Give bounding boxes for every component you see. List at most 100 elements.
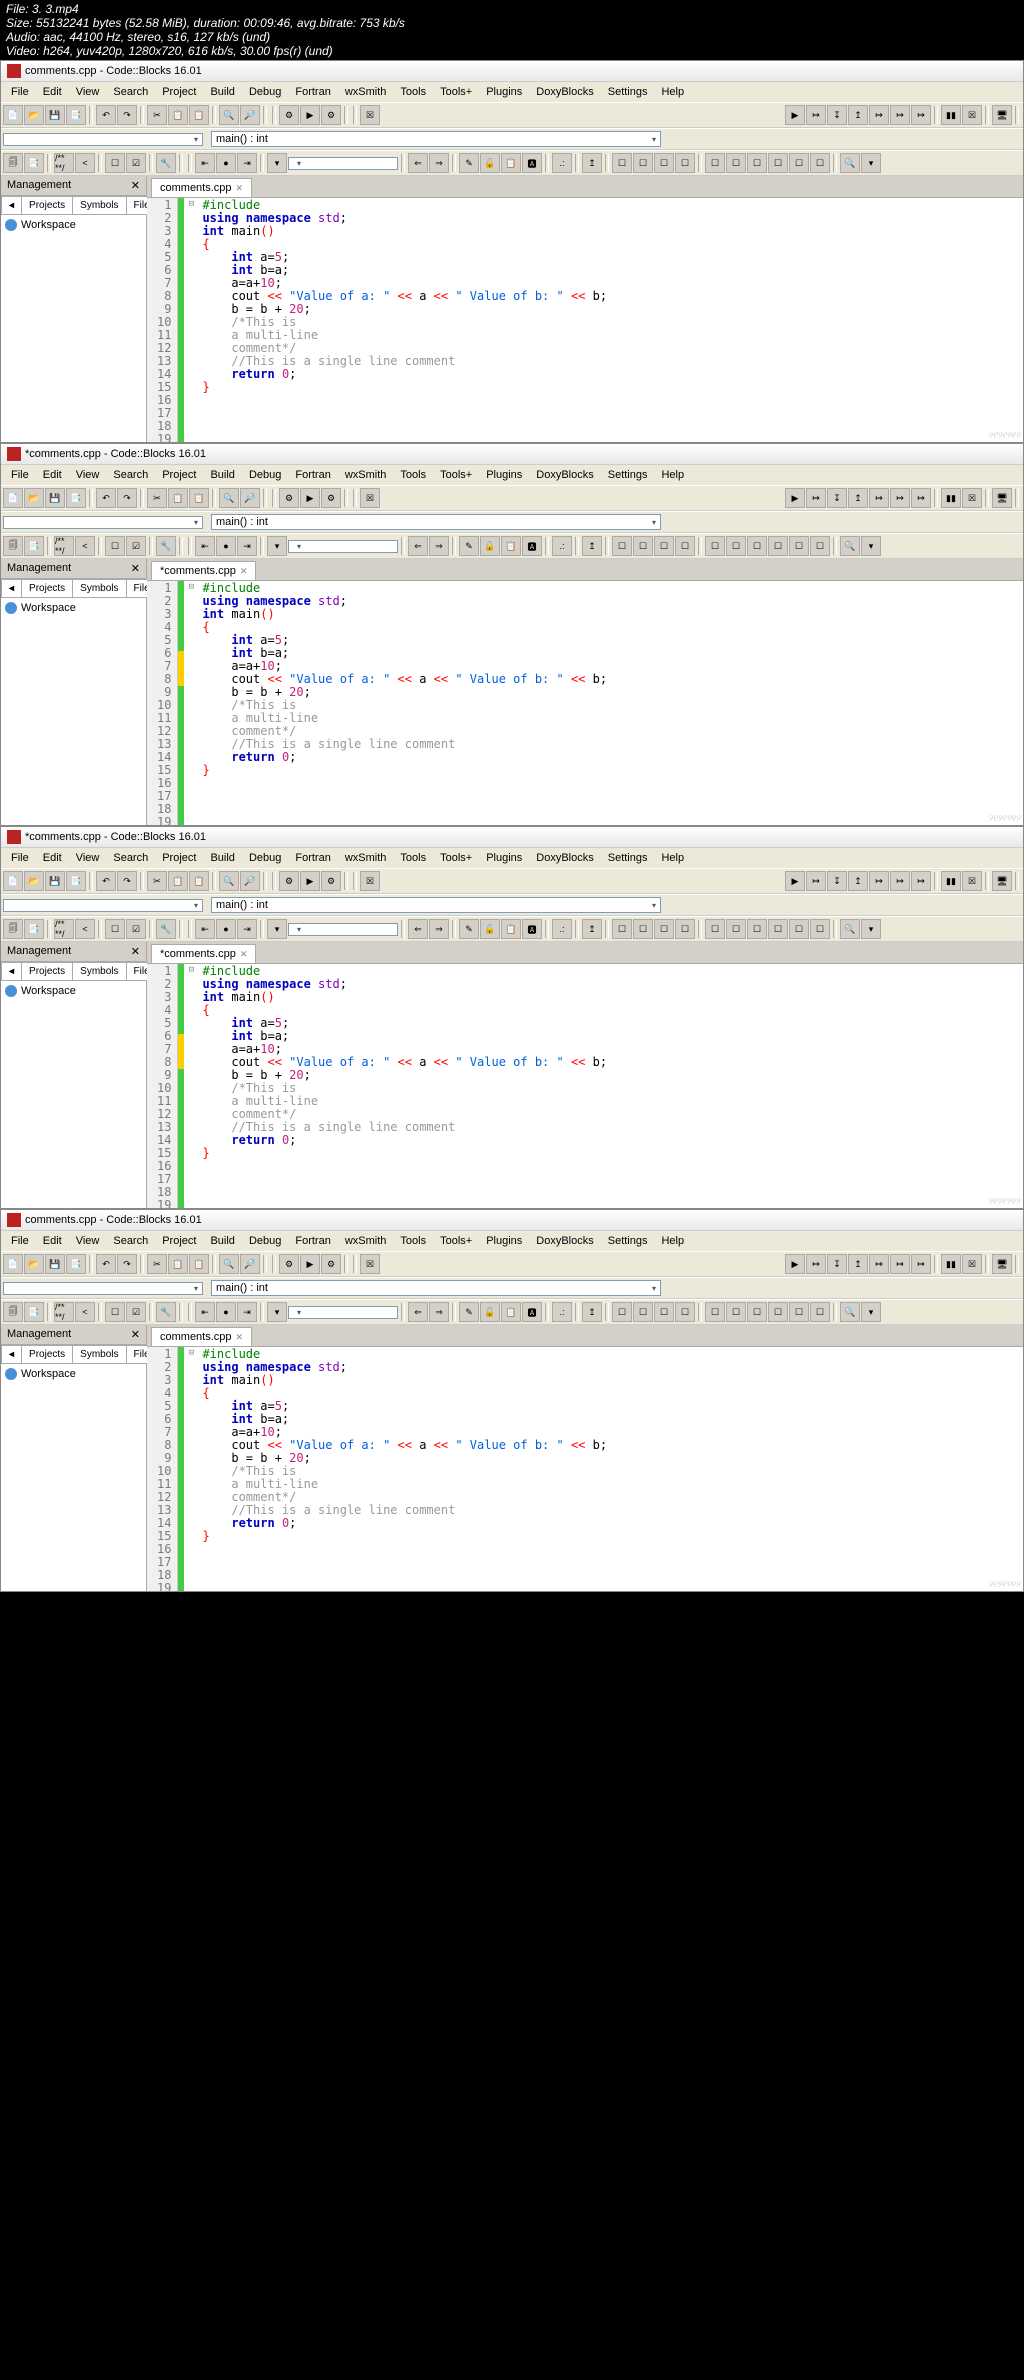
toolbar-button[interactable]: 📋 [501,536,521,556]
tab-projects[interactable]: Projects [21,962,73,980]
toolbar-button[interactable]: 📑 [24,1302,44,1322]
toolbar-button[interactable]: ⚙ [279,871,299,891]
toolbar-button[interactable]: ☐ [654,536,674,556]
toolbar-button[interactable]: ☐ [705,153,725,173]
target-selector[interactable] [288,540,398,553]
toolbar-button[interactable]: ☒ [360,1254,380,1274]
toolbar-button[interactable]: 📑 [66,105,86,125]
menu-doxyblocks[interactable]: DoxyBlocks [530,84,599,100]
toolbar-button[interactable]: .: [552,153,572,173]
menu-plugins[interactable]: Plugins [480,1233,528,1249]
toolbar-button[interactable]: ▮▮ [941,1254,961,1274]
toolbar-button[interactable]: 🗐 [3,536,23,556]
toolbar-button[interactable]: ↶ [96,105,116,125]
toolbar-button[interactable]: ↥ [848,488,868,508]
menu-edit[interactable]: Edit [37,467,68,483]
menu-search[interactable]: Search [107,850,154,866]
close-tab-icon[interactable]: ✕ [236,183,244,194]
toolbar-button[interactable]: 🔍 [840,1302,860,1322]
toolbar-button[interactable]: ☒ [360,871,380,891]
toolbar-button[interactable]: ⇥ [237,919,257,939]
toolbar-button[interactable]: 📄 [3,1254,23,1274]
toolbar-button[interactable]: ▶ [300,871,320,891]
toolbar-button[interactable]: ☐ [105,1302,125,1322]
toolbar-button[interactable]: ⇤ [195,1302,215,1322]
toolbar-button[interactable]: ☐ [726,919,746,939]
editor-tabs[interactable]: comments.cpp✕ [147,1325,1023,1347]
toolbar-button[interactable]: ☐ [105,153,125,173]
management-tabs[interactable]: ◂ ProjectsSymbolsFiles ▸ [1,962,146,981]
secondary-toolbar[interactable]: 🗐📑/** **/<☐☑🔧⇤●⇥▾ ⇐⇒✎🔓📋🅰.:↥☐☐☐☐☐☐☐☐☐☐🔍▾ [1,916,1023,942]
tab-symbols[interactable]: Symbols [72,579,126,597]
toolbar-button[interactable]: .: [552,919,572,939]
toolbar-button[interactable]: < [75,919,95,939]
toolbar-button[interactable]: /** **/ [54,919,74,939]
menu-build[interactable]: Build [204,850,240,866]
menu-doxyblocks[interactable]: DoxyBlocks [530,467,599,483]
toolbar-button[interactable]: 🔍 [219,871,239,891]
toolbar-button[interactable]: ⇒ [429,919,449,939]
main-toolbar[interactable]: 📄📂💾📑↶↷✂📋📋🔍🔎⚙▶⚙☒ ▶↦↧↥↦↦↦▮▮☒🖥 [1,102,1023,128]
toolbar-button[interactable]: < [75,536,95,556]
target-selector[interactable] [288,1306,398,1319]
main-toolbar[interactable]: 📄📂💾📑↶↷✂📋📋🔍🔎⚙▶⚙☒ ▶↦↧↥↦↦↦▮▮☒🖥 [1,485,1023,511]
toolbar-button[interactable]: ✂ [147,488,167,508]
menu-edit[interactable]: Edit [37,84,68,100]
toolbar-button[interactable]: 📋 [168,105,188,125]
editor-tabs[interactable]: *comments.cpp✕ [147,559,1023,581]
toolbar-button[interactable]: ▮▮ [941,488,961,508]
toolbar-button[interactable]: ☐ [768,1302,788,1322]
toolbar-button[interactable]: ↥ [582,919,602,939]
menu-doxyblocks[interactable]: DoxyBlocks [530,1233,599,1249]
toolbar-button[interactable]: ☐ [747,536,767,556]
toolbar-button[interactable]: ↦ [869,1254,889,1274]
menu-fortran[interactable]: Fortran [289,1233,336,1249]
toolbar-button[interactable]: ☐ [612,153,632,173]
toolbar-button[interactable]: ⇐ [408,153,428,173]
toolbar-button[interactable]: 📂 [24,871,44,891]
secondary-toolbar[interactable]: 🗐📑/** **/<☐☑🔧⇤●⇥▾ ⇐⇒✎🔓📋🅰.:↥☐☐☐☐☐☐☐☐☐☐🔍▾ [1,1299,1023,1325]
toolbar-button[interactable]: 🅰 [522,536,542,556]
toolbar-button[interactable]: ↥ [582,153,602,173]
toolbar-button[interactable]: ☐ [675,536,695,556]
toolbar-button[interactable]: ☐ [675,1302,695,1322]
toolbar-button[interactable]: ⚙ [279,1254,299,1274]
menu-view[interactable]: View [70,467,106,483]
close-icon[interactable]: ✕ [131,179,140,192]
toolbar-button[interactable]: ▶ [785,105,805,125]
toolbar-button[interactable]: ⚙ [321,105,341,125]
scope-toolbar[interactable]: main() : int [1,894,1023,916]
toolbar-button[interactable]: ⇤ [195,919,215,939]
toolbar-button[interactable]: ▾ [861,153,881,173]
toolbar-button[interactable]: ▶ [300,1254,320,1274]
menu-plugins[interactable]: Plugins [480,84,528,100]
menu-settings[interactable]: Settings [602,467,654,483]
project-tree[interactable]: Workspace [1,215,146,442]
menu-file[interactable]: File [5,84,35,100]
toolbar-button[interactable]: ☐ [747,153,767,173]
menu-tools+[interactable]: Tools+ [434,1233,478,1249]
toolbar-button[interactable]: ↦ [806,1254,826,1274]
toolbar-button[interactable]: 🔓 [480,153,500,173]
menu-project[interactable]: Project [156,1233,202,1249]
toolbar-button[interactable]: ☐ [810,1302,830,1322]
fold-gutter[interactable]: ⊟ [184,198,198,442]
toolbar-button[interactable]: 🔧 [156,919,176,939]
menu-debug[interactable]: Debug [243,850,287,866]
toolbar-button[interactable]: 🔍 [840,919,860,939]
tab-projects[interactable]: Projects [21,1345,73,1363]
workspace-node[interactable]: Workspace [5,219,142,231]
menu-tools[interactable]: Tools [394,1233,432,1249]
toolbar-button[interactable]: 💾 [45,871,65,891]
function-selector[interactable]: main() : int [211,131,661,147]
scope-toolbar[interactable]: main() : int [1,128,1023,150]
toolbar-button[interactable]: /** **/ [54,1302,74,1322]
toolbar-button[interactable]: ↦ [911,871,931,891]
toolbar-button[interactable]: ↥ [582,536,602,556]
menu-search[interactable]: Search [107,84,154,100]
main-toolbar[interactable]: 📄📂💾📑↶↷✂📋📋🔍🔎⚙▶⚙☒ ▶↦↧↥↦↦↦▮▮☒🖥 [1,868,1023,894]
toolbar-button[interactable]: 📄 [3,105,23,125]
menu-debug[interactable]: Debug [243,84,287,100]
toolbar-button[interactable]: ☐ [633,153,653,173]
menu-build[interactable]: Build [204,467,240,483]
